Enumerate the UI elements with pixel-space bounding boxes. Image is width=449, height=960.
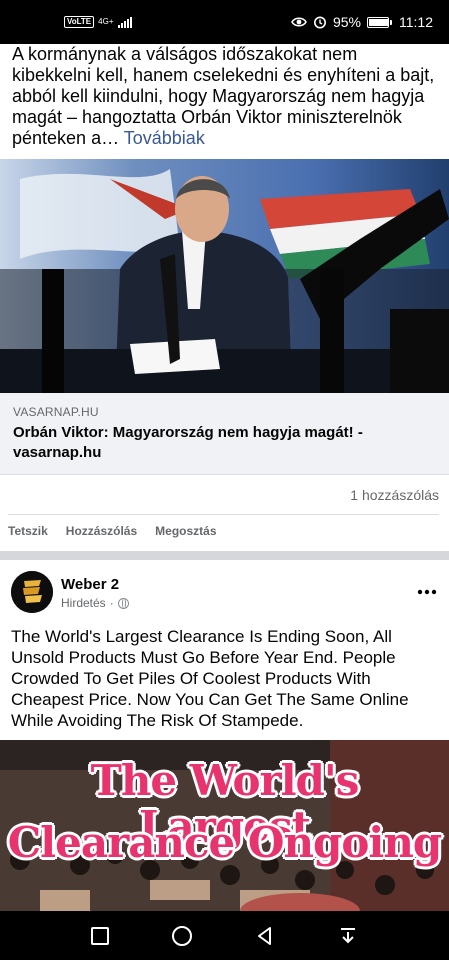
share-button[interactable]: Megosztás [155,524,216,538]
signal-icon [117,16,132,28]
sponsored-text: Hirdetés [61,596,106,610]
post-body: A kormánynak a válságos időszakokat nem … [12,44,435,148]
article-photo [0,159,449,393]
status-bar: VoLTE 4G+ 95% 11:12 [0,0,449,44]
post-actions: Tetszik Hozzászólás Megosztás [8,524,217,538]
article-image[interactable] [0,159,449,393]
arrow-down-icon [340,927,355,943]
avatar[interactable] [11,571,53,613]
more-dots-icon [417,589,437,595]
back-button[interactable] [255,926,275,946]
eye-icon [291,17,307,27]
ad-text: The World's Largest Clearance Is Ending … [11,627,409,730]
status-bar-right: 95% 11:12 [291,14,433,30]
recents-button[interactable] [91,926,110,945]
post-separator [0,551,449,560]
ad-image[interactable]: The World's Largest Clearance Ongoing [0,740,449,911]
divider [8,514,439,515]
back-icon [257,926,271,945]
link-preview-card[interactable]: VASARNAP.HU Orbán Viktor: Magyarország n… [0,393,449,475]
author-name[interactable]: Weber 2 [61,576,119,593]
notification-pull-button[interactable] [338,926,358,946]
globe-icon [117,597,129,609]
clock: 11:12 [399,14,433,30]
more-options-button[interactable] [417,578,437,601]
brand-logo [11,571,53,613]
home-button[interactable] [172,925,193,946]
link-title: Orbán Viktor: Magyarország nem hagyja ma… [13,424,363,461]
status-bar-left: VoLTE 4G+ [64,16,132,28]
post-text: A kormánynak a válságos időszakokat nem … [12,44,437,149]
sponsored-label: Hirdetés · [61,596,129,610]
ad-headline-line-2: Clearance Ongoing [7,818,442,867]
comment-button[interactable]: Hozzászólás [66,524,137,538]
battery-icon [367,16,392,28]
system-nav-bar [0,911,449,960]
like-button[interactable]: Tetszik [8,524,48,538]
battery-percent: 95% [332,14,361,30]
comments-count[interactable]: 1 hozzászólás [350,487,439,503]
alarm-icon [313,16,326,29]
see-more-link[interactable]: Továbbiak [124,128,205,148]
link-domain: VASARNAP.HU [13,405,99,419]
network-type: 4G+ [98,17,114,26]
volte-indicator: VoLTE [64,16,95,28]
